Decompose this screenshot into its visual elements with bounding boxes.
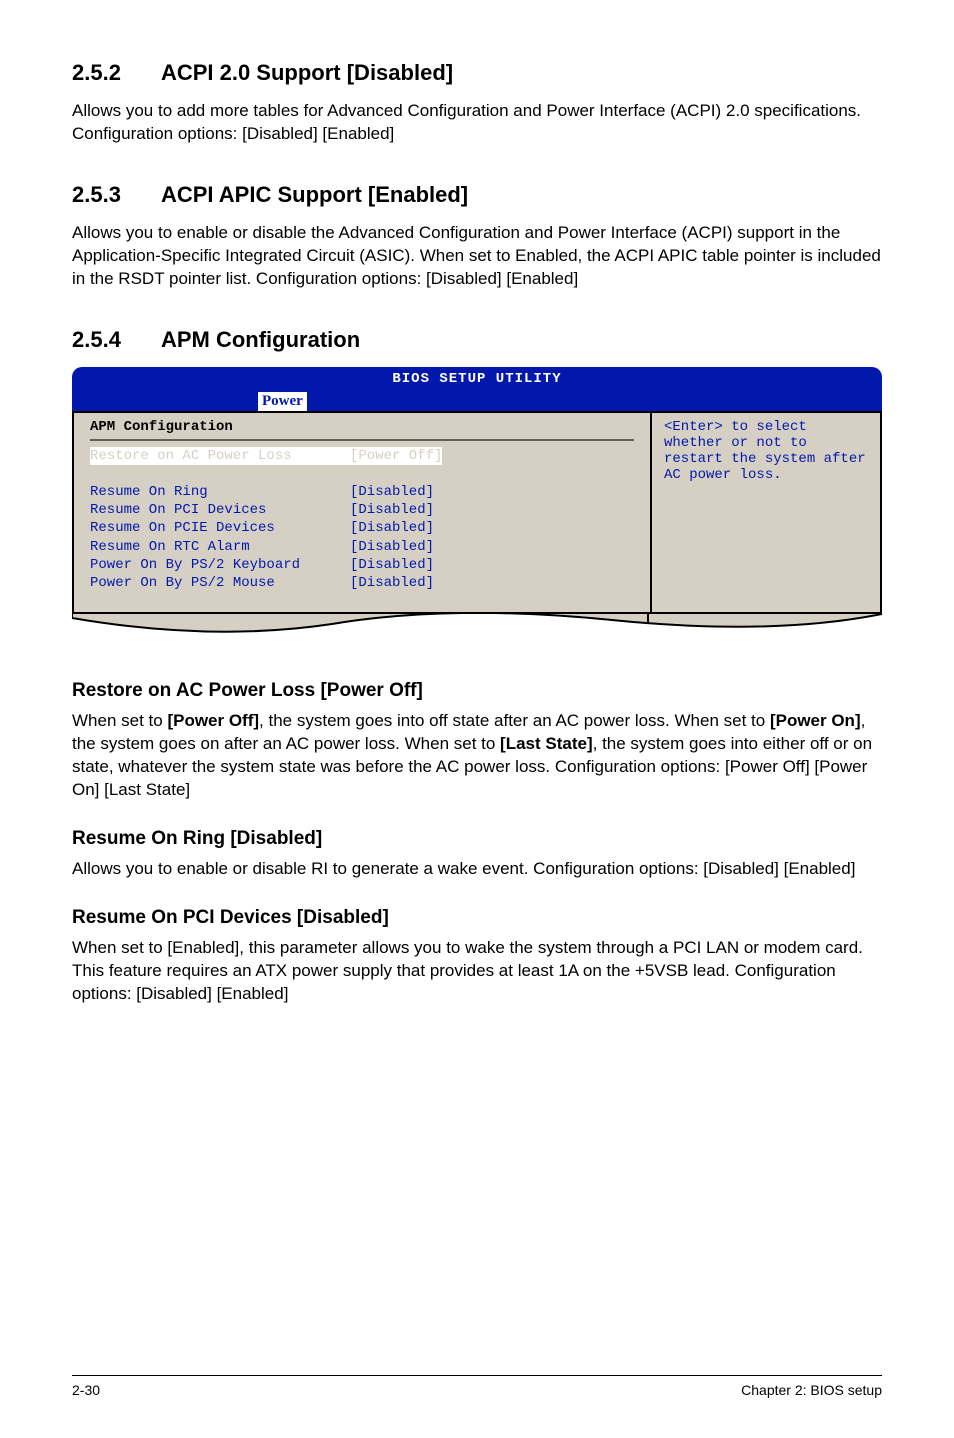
bios-row-value: [Disabled] [350,483,434,501]
bios-tab-power: Power [258,392,307,411]
bios-bottom-curve [72,614,882,640]
subheading-resume-ring: Resume On Ring [Disabled] [72,828,882,850]
bios-row: Resume On PCIE Devices[Disabled] [90,519,634,537]
bios-row-value: [Disabled] [350,574,434,592]
bios-screenshot: BIOS SETUP UTILITY Power APM Configurati… [72,367,882,641]
bios-left-panel: APM Configuration Restore on AC Power Lo… [72,411,650,615]
bios-row-value: [Disabled] [350,519,434,537]
section-title: APM Configuration [161,327,360,353]
bios-body: APM Configuration Restore on AC Power Lo… [72,411,882,615]
bios-row-label [90,465,350,483]
subheading-resume-pci: Resume On PCI Devices [Disabled] [72,907,882,929]
bios-row-label: Power On By PS/2 Mouse [90,574,350,592]
subbody-resume-ring: Allows you to enable or disable RI to ge… [72,858,882,881]
bios-row-value: [Disabled] [350,538,434,556]
bios-row-label: Power On By PS/2 Keyboard [90,556,350,574]
bios-row [90,465,634,483]
bios-row-label: Restore on AC Power Loss [90,447,350,465]
bios-row: Resume On Ring[Disabled] [90,483,634,501]
bios-row-label: Resume On RTC Alarm [90,538,350,556]
page-footer: 2-30 Chapter 2: BIOS setup [72,1375,882,1398]
bios-row-label: Resume On Ring [90,483,350,501]
bios-row-label: Resume On PCI Devices [90,501,350,519]
section-heading-252: 2.5.2 ACPI 2.0 Support [Disabled] [72,60,882,86]
bios-row-label: Resume On PCIE Devices [90,519,350,537]
text-fragment: , the system goes into off state after a… [259,711,770,730]
section-number: 2.5.3 [72,182,121,208]
bold-power-on: [Power On] [770,711,861,730]
bios-row: Power On By PS/2 Mouse[Disabled] [90,574,634,592]
section-heading-254: 2.5.4 APM Configuration [72,327,882,353]
bios-row: Resume On RTC Alarm[Disabled] [90,538,634,556]
bios-header: BIOS SETUP UTILITY Power [72,367,882,411]
bold-last-state: [Last State] [500,734,593,753]
section-body-253: Allows you to enable or disable the Adva… [72,222,882,291]
subheading-restore-ac: Restore on AC Power Loss [Power Off] [72,680,882,702]
chapter-label: Chapter 2: BIOS setup [741,1382,882,1398]
page-number: 2-30 [72,1382,100,1398]
bios-help-panel: <Enter> to select whether or not to rest… [650,411,882,615]
bios-row: Restore on AC Power Loss[Power Off] [90,447,634,465]
section-number: 2.5.4 [72,327,121,353]
section-heading-253: 2.5.3 ACPI APIC Support [Enabled] [72,182,882,208]
subbody-restore-ac: When set to [Power Off], the system goes… [72,710,882,802]
bios-divider [90,439,634,441]
bios-row: Power On By PS/2 Keyboard[Disabled] [90,556,634,574]
bold-power-off: [Power Off] [167,711,259,730]
section-title: ACPI 2.0 Support [Disabled] [161,60,453,86]
bios-help-text: <Enter> to select whether or not to rest… [664,419,870,483]
bios-row: Resume On PCI Devices[Disabled] [90,501,634,519]
text-fragment: When set to [72,711,167,730]
section-title: ACPI APIC Support [Enabled] [161,182,468,208]
bios-row-value: [Disabled] [350,501,434,519]
bios-row-value: [Disabled] [350,556,434,574]
section-number: 2.5.2 [72,60,121,86]
bios-row-value: [Power Off] [350,447,442,465]
section-body-252: Allows you to add more tables for Advanc… [72,100,882,146]
subbody-resume-pci: When set to [Enabled], this parameter al… [72,937,882,1006]
bios-header-title: BIOS SETUP UTILITY [72,371,882,387]
bios-section-title: APM Configuration [90,419,634,435]
